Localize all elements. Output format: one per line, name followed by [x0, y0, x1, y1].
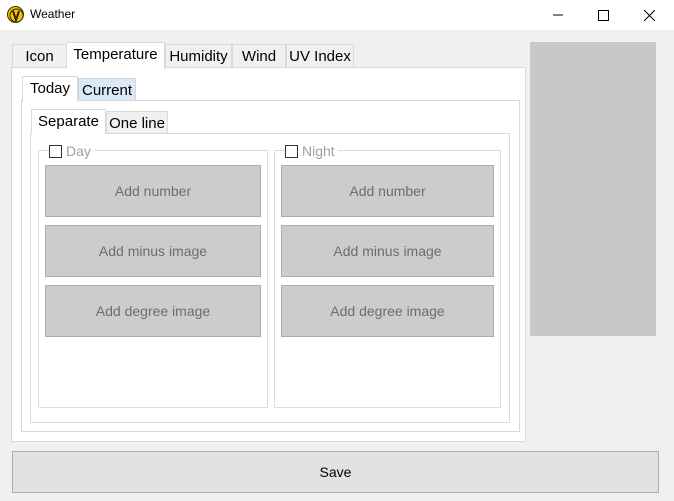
tab-today[interactable]: Today [22, 76, 78, 102]
day-add-minus-image-button[interactable]: Add minus image [45, 225, 261, 277]
tab-today-label: Today [29, 80, 71, 97]
save-button[interactable]: Save [12, 451, 659, 493]
tab-temperature-label: Temperature [73, 46, 158, 63]
tab-current-label: Current [81, 82, 133, 99]
day-checkbox[interactable] [49, 144, 62, 158]
tab-temperature[interactable]: Temperature [66, 42, 165, 69]
tab-one-line[interactable]: One line [106, 111, 168, 134]
minimize-button[interactable] [535, 0, 581, 30]
preview-image [530, 42, 656, 336]
day-add-number-button[interactable]: Add number [45, 165, 261, 217]
day-add-degree-image-button[interactable]: Add degree image [45, 285, 261, 337]
tab-separate-label: Separate [38, 113, 99, 130]
night-checkbox[interactable] [285, 144, 298, 158]
night-add-number-label: Add number [349, 183, 426, 199]
title-bar: Weather [0, 0, 674, 30]
day-label: Day [66, 143, 91, 159]
weather-app-icon [7, 6, 24, 23]
night-add-minus-image-button[interactable]: Add minus image [281, 225, 494, 277]
night-add-number-button[interactable]: Add number [281, 165, 494, 217]
night-group-legend: Night [285, 142, 338, 160]
close-button[interactable] [626, 0, 672, 30]
tab-humidity-label: Humidity [169, 48, 228, 65]
night-add-degree-image-button[interactable]: Add degree image [281, 285, 494, 337]
tab-uv-index-label: UV Index [289, 48, 351, 65]
night-add-degree-image-label: Add degree image [330, 303, 445, 319]
tab-humidity[interactable]: Humidity [165, 44, 232, 68]
maximize-button[interactable] [580, 0, 626, 30]
day-add-number-label: Add number [114, 183, 192, 199]
tab-wind[interactable]: Wind [232, 44, 286, 68]
tab-icon-label: Icon [25, 48, 54, 65]
day-add-degree-image-label: Add degree image [95, 303, 211, 319]
day-group-legend: Day [49, 142, 94, 160]
day-add-minus-image-label: Add minus image [98, 243, 208, 259]
tab-uv-index[interactable]: UV Index [286, 44, 354, 68]
tab-separate[interactable]: Separate [31, 109, 106, 134]
tab-wind-label: Wind [241, 48, 277, 65]
night-label: Night [302, 143, 335, 159]
close-icon [643, 9, 655, 21]
window-title: Weather [30, 7, 76, 21]
minimize-icon [553, 14, 563, 16]
tab-current[interactable]: Current [78, 78, 136, 101]
tab-icon[interactable]: Icon [12, 44, 67, 68]
tab-one-line-label: One line [109, 115, 165, 132]
maximize-icon [597, 9, 609, 21]
save-label: Save [319, 464, 352, 480]
night-add-minus-image-label: Add minus image [333, 243, 442, 259]
